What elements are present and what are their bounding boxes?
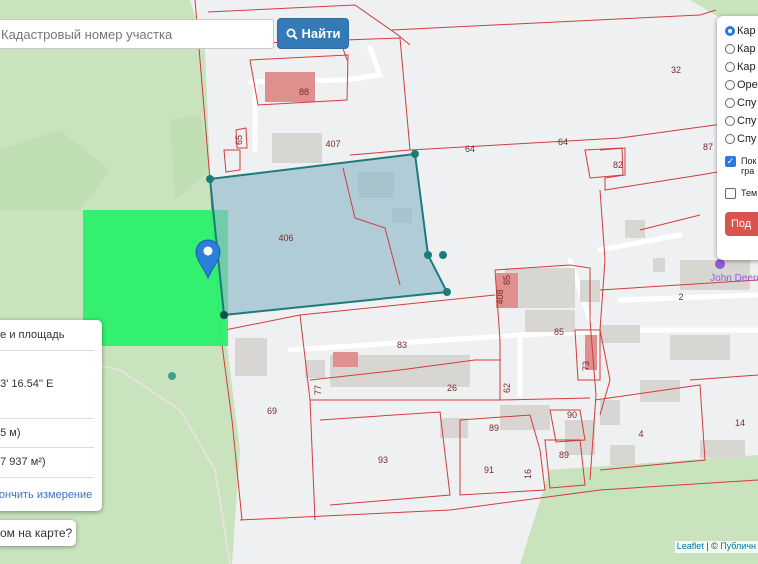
- layer-label: Кар: [737, 61, 756, 73]
- plot-label-85v: 85: [502, 275, 512, 285]
- radio-icon[interactable]: [725, 98, 735, 108]
- divider: [0, 447, 94, 448]
- plot-label-89b: 89: [559, 450, 569, 460]
- poi-icon[interactable]: [715, 259, 725, 269]
- selected-plot-406[interactable]: [208, 152, 449, 317]
- layer-control: Кар Кар Кар Оре Спу Спу Спу ✓ Пок гра Тем…: [717, 16, 758, 260]
- checkbox-icon[interactable]: [725, 187, 736, 199]
- search-button[interactable]: Найти: [277, 18, 349, 49]
- poi-label-john-deere: John Deere: [710, 273, 758, 284]
- plot-label-73: 73: [581, 361, 591, 371]
- measure-coordinates-line2: 7: [0, 398, 94, 410]
- checkbox-checked-icon[interactable]: ✓: [725, 156, 736, 167]
- measure-area[interactable]: [83, 210, 228, 346]
- plot-label-87: 87: [703, 142, 713, 152]
- layer-label: Спу: [737, 133, 757, 145]
- measure-perimeter: 55 м): [0, 427, 21, 439]
- measure-title: ие и площадь: [0, 329, 65, 341]
- plot-label-407: 407: [325, 139, 340, 149]
- plot-label-4: 4: [638, 429, 643, 439]
- plot-label-64a: 64: [465, 144, 475, 154]
- plot-label-16: 16: [523, 469, 533, 479]
- plot-label-69: 69: [267, 406, 277, 416]
- cadastral-search-box: [0, 19, 285, 49]
- layer-option-4[interactable]: Оре: [725, 76, 758, 94]
- plot-label-65: 65: [234, 135, 244, 145]
- layer-option-1[interactable]: Кар: [725, 22, 758, 40]
- radio-icon[interactable]: [725, 44, 735, 54]
- plot-label-26: 26: [447, 383, 457, 393]
- finish-measure-link[interactable]: кончить измерение: [0, 489, 94, 501]
- search-icon: [286, 28, 298, 40]
- divider: [0, 477, 94, 478]
- plot-label-82: 82: [613, 160, 623, 170]
- theme-option[interactable]: Тем: [725, 184, 758, 202]
- point-marker: [168, 372, 176, 380]
- plot-label-90: 90: [567, 410, 577, 420]
- plot-label-32: 32: [671, 65, 681, 75]
- layer-option-2[interactable]: Кар: [725, 40, 758, 58]
- measure-area: 17 937 м²): [0, 456, 46, 468]
- measure-coordinates: 53' 16.54'' E: [0, 378, 54, 390]
- map-canvas[interactable]: 406 407 64 64 32 82 87 88 65 83 26 85 85…: [0, 0, 758, 564]
- leaflet-link[interactable]: Leaflet: [677, 541, 704, 551]
- plot-label-85: 85: [554, 327, 564, 337]
- plot-label-62: 62: [502, 383, 512, 393]
- radio-icon[interactable]: [725, 26, 735, 36]
- plot-label-64b: 64: [558, 137, 568, 147]
- measure-panel: ие и площадь 53' 16.54'' E 7 55 м) 17 93…: [0, 320, 102, 511]
- source-link[interactable]: Публичн: [720, 541, 756, 551]
- theme-label: Тем: [741, 188, 758, 198]
- map-attribution: Leaflet | © Публичн: [674, 541, 758, 553]
- layer-option-3[interactable]: Кар: [725, 58, 758, 76]
- divider: [0, 350, 94, 351]
- plot-label-408: 408: [495, 289, 505, 304]
- apply-button[interactable]: Под: [725, 212, 758, 236]
- plot-label-2: 2: [678, 292, 683, 302]
- search-button-label: Найти: [301, 26, 341, 41]
- layer-option-5[interactable]: Спу: [725, 94, 758, 112]
- plot-label-89a: 89: [489, 423, 499, 433]
- plot-label-91: 91: [484, 465, 494, 475]
- plot-label-14: 14: [735, 418, 745, 428]
- plot-label-83: 83: [397, 340, 407, 350]
- divider: [0, 418, 94, 419]
- plot-label-93: 93: [378, 455, 388, 465]
- layer-label: Кар: [737, 25, 756, 37]
- attribution-separator: | ©: [706, 541, 718, 551]
- show-boundaries-option[interactable]: ✓ Пок гра: [725, 156, 758, 180]
- cadastral-search-input[interactable]: [0, 20, 285, 48]
- radio-icon[interactable]: [725, 62, 735, 72]
- layer-label: Спу: [737, 97, 757, 109]
- plot-label-406: 406: [278, 233, 293, 243]
- layer-option-6[interactable]: Спу: [725, 112, 758, 130]
- layer-label: Спу: [737, 115, 757, 127]
- radio-icon[interactable]: [725, 80, 735, 90]
- plot-label-77: 77: [313, 385, 323, 395]
- radio-icon[interactable]: [725, 134, 735, 144]
- radio-icon[interactable]: [725, 116, 735, 126]
- layer-option-7[interactable]: Спу: [725, 130, 758, 148]
- plot-label-88: 88: [299, 87, 309, 97]
- howto-button[interactable]: ом на карте?: [0, 520, 76, 546]
- layer-label: Кар: [737, 43, 756, 55]
- show-boundaries-label: Пок гра: [741, 156, 757, 176]
- layer-label: Оре: [737, 79, 758, 91]
